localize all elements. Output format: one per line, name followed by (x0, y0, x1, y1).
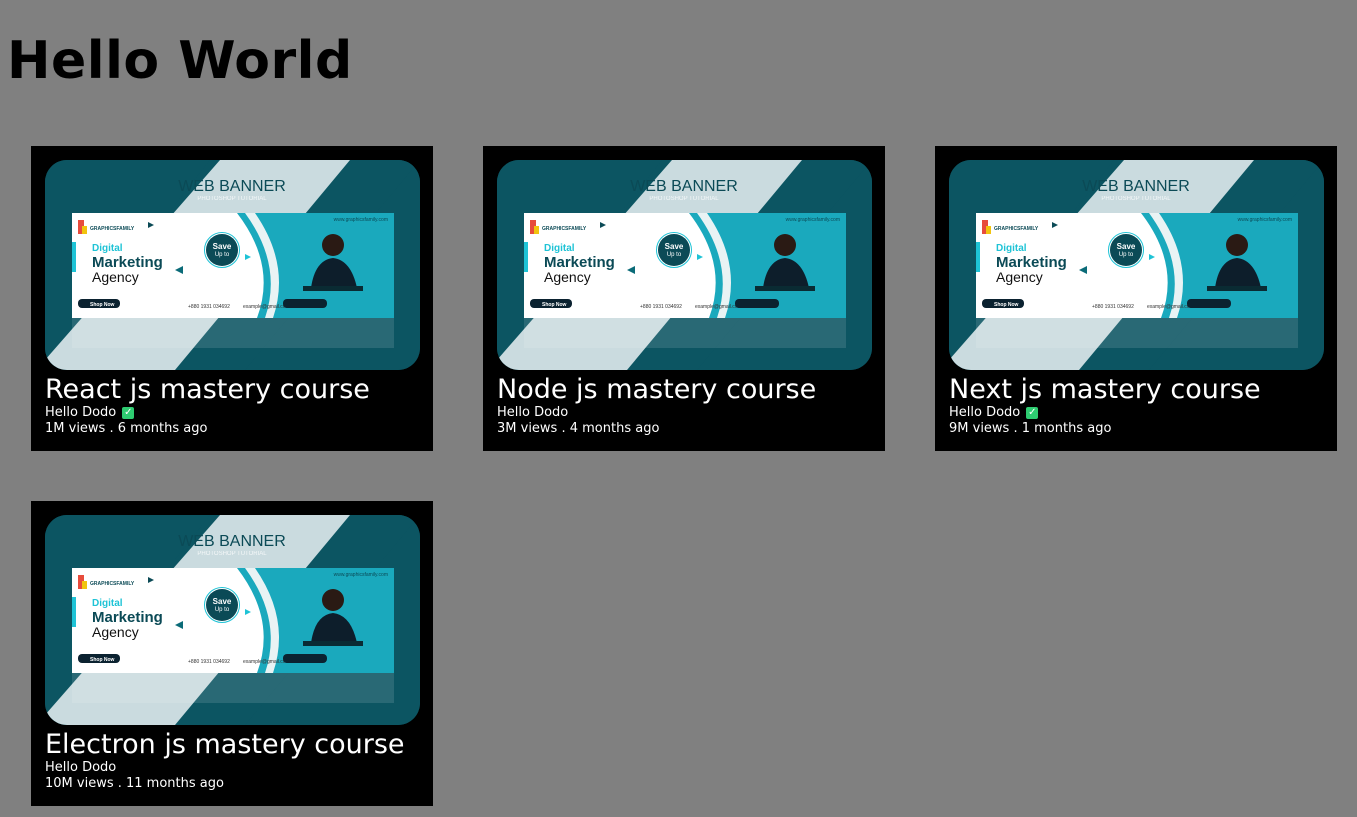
svg-text:Up to: Up to (667, 252, 682, 258)
verified-check-icon: ✓ (1026, 407, 1039, 419)
svg-text:Agency: Agency (996, 269, 1043, 285)
svg-text:PHOTOSHOP TUTORIAL: PHOTOSHOP TUTORIAL (649, 196, 719, 202)
svg-text:Shop Now: Shop Now (90, 302, 115, 308)
svg-text:Save: Save (213, 242, 232, 251)
svg-text:WEB BANNER: WEB BANNER (178, 178, 286, 195)
thumbnail-image: WEB BANNER PHOTOSHOP TUTORIAL GRAPHICSFA… (45, 515, 420, 725)
svg-text:Save: Save (1117, 242, 1136, 251)
svg-text:Digital: Digital (544, 243, 575, 254)
svg-text:Up to: Up to (1119, 252, 1134, 258)
svg-text:Shop Now: Shop Now (90, 657, 115, 663)
channel-info[interactable]: Hello Dodo ✓ (949, 405, 1039, 421)
svg-text:WEB BANNER: WEB BANNER (178, 533, 286, 550)
svg-text:www.graphicsfamily.com: www.graphicsfamily.com (1238, 217, 1292, 223)
svg-text:example@gmail.com: example@gmail.com (1147, 304, 1194, 310)
svg-text:GRAPHICSFAMILY: GRAPHICSFAMILY (542, 226, 587, 232)
svg-text:Digital: Digital (996, 243, 1027, 254)
video-thumbnail[interactable]: WEB BANNER PHOTOSHOP TUTORIAL GRAPHICSFA… (45, 160, 420, 370)
svg-text:example@gmail.com: example@gmail.com (695, 304, 742, 310)
svg-text:+880 1931 034692: +880 1931 034692 (1092, 304, 1134, 310)
svg-text:Up to: Up to (215, 607, 230, 613)
video-card-1[interactable]: WEB BANNER PHOTOSHOP TUTORIAL GRAPHICSFA… (31, 146, 433, 451)
thumbnail-image: WEB BANNER PHOTOSHOP TUTORIAL GRAPHICSFA… (497, 160, 872, 370)
channel-name[interactable]: Hello Dodo (45, 405, 116, 421)
video-thumbnail[interactable]: WEB BANNER PHOTOSHOP TUTORIAL GRAPHICSFA… (45, 515, 420, 725)
svg-text:WEB BANNER: WEB BANNER (630, 178, 738, 195)
svg-text:PHOTOSHOP TUTORIAL: PHOTOSHOP TUTORIAL (197, 551, 267, 557)
verified-check-icon: ✓ (122, 407, 135, 419)
video-title[interactable]: Electron js mastery course (45, 728, 405, 762)
video-title[interactable]: Next js mastery course (949, 373, 1261, 407)
svg-text:+880 1931 034692: +880 1931 034692 (188, 659, 230, 665)
thumbnail-image: WEB BANNER PHOTOSHOP TUTORIAL GRAPHICSFA… (45, 160, 420, 370)
svg-text:example@gmail.com: example@gmail.com (243, 659, 290, 665)
channel-name[interactable]: Hello Dodo (45, 760, 116, 776)
channel-name[interactable]: Hello Dodo (949, 405, 1020, 421)
video-meta: 3M views . 4 months ago (497, 421, 660, 436)
svg-text:PHOTOSHOP TUTORIAL: PHOTOSHOP TUTORIAL (197, 196, 267, 202)
svg-text:GRAPHICSFAMILY: GRAPHICSFAMILY (90, 226, 135, 232)
svg-text:Shop Now: Shop Now (994, 302, 1019, 308)
video-card-4[interactable]: WEB BANNER PHOTOSHOP TUTORIAL GRAPHICSFA… (31, 501, 433, 806)
channel-name[interactable]: Hello Dodo (497, 405, 568, 421)
svg-text:WEB BANNER: WEB BANNER (1082, 178, 1190, 195)
svg-text:Save: Save (665, 242, 684, 251)
svg-text:www.graphicsfamily.com: www.graphicsfamily.com (334, 572, 388, 578)
video-meta: 1M views . 6 months ago (45, 421, 208, 436)
svg-text:Digital: Digital (92, 598, 123, 609)
svg-text:GRAPHICSFAMILY: GRAPHICSFAMILY (90, 581, 135, 587)
svg-text:Agency: Agency (92, 269, 139, 285)
video-title[interactable]: React js mastery course (45, 373, 370, 407)
video-title[interactable]: Node js mastery course (497, 373, 816, 407)
svg-text:Digital: Digital (92, 243, 123, 254)
channel-info[interactable]: Hello Dodo (45, 760, 116, 776)
svg-text:www.graphicsfamily.com: www.graphicsfamily.com (786, 217, 840, 223)
channel-info[interactable]: Hello Dodo ✓ (45, 405, 135, 421)
svg-text:GRAPHICSFAMILY: GRAPHICSFAMILY (994, 226, 1039, 232)
svg-text:www.graphicsfamily.com: www.graphicsfamily.com (334, 217, 388, 223)
svg-text:example@gmail.com: example@gmail.com (243, 304, 290, 310)
svg-text:Save: Save (213, 597, 232, 606)
svg-text:Shop Now: Shop Now (542, 302, 567, 308)
svg-text:Agency: Agency (92, 624, 139, 640)
video-card-2[interactable]: WEB BANNER PHOTOSHOP TUTORIAL GRAPHICSFA… (483, 146, 885, 451)
video-meta: 10M views . 11 months ago (45, 776, 224, 791)
svg-text:+880 1931 034692: +880 1931 034692 (188, 304, 230, 310)
video-thumbnail[interactable]: WEB BANNER PHOTOSHOP TUTORIAL GRAPHICSFA… (497, 160, 872, 370)
video-card-3[interactable]: WEB BANNER PHOTOSHOP TUTORIAL GRAPHICSFA… (935, 146, 1337, 451)
svg-text:PHOTOSHOP TUTORIAL: PHOTOSHOP TUTORIAL (1101, 196, 1171, 202)
channel-info[interactable]: Hello Dodo (497, 405, 568, 421)
page-title: Hello World (7, 31, 353, 91)
svg-text:+880 1931 034692: +880 1931 034692 (640, 304, 682, 310)
svg-text:Agency: Agency (544, 269, 591, 285)
video-thumbnail[interactable]: WEB BANNER PHOTOSHOP TUTORIAL GRAPHICSFA… (949, 160, 1324, 370)
video-meta: 9M views . 1 months ago (949, 421, 1112, 436)
svg-text:Up to: Up to (215, 252, 230, 258)
thumbnail-image: WEB BANNER PHOTOSHOP TUTORIAL GRAPHICSFA… (949, 160, 1324, 370)
